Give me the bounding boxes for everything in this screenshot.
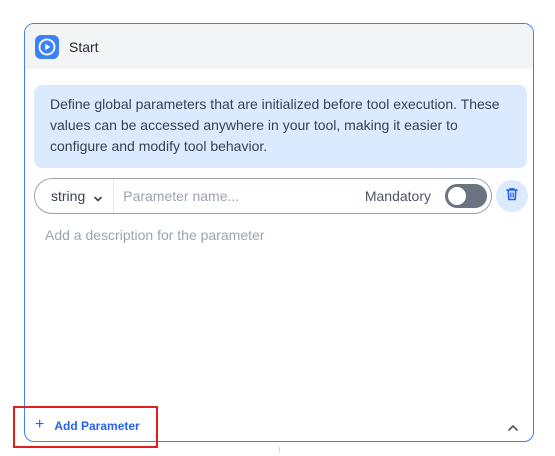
trash-icon	[504, 186, 520, 207]
start-node-card: Start Define global parameters that are …	[24, 23, 534, 442]
mandatory-label: Mandatory	[364, 188, 431, 204]
toggle-knob	[448, 187, 466, 205]
delete-parameter-button[interactable]	[496, 180, 528, 212]
connector-line	[279, 447, 280, 453]
collapse-button[interactable]	[505, 420, 521, 436]
type-dropdown[interactable]: string	[35, 179, 115, 213]
plus-icon: +	[35, 416, 45, 433]
chevron-up-icon	[505, 423, 521, 440]
chevron-down-icon	[93, 191, 103, 202]
parameter-name-input[interactable]	[114, 187, 365, 205]
parameter-row: string Mandatory	[34, 178, 492, 214]
info-box: Define global parameters that are initia…	[34, 85, 527, 168]
add-parameter-label: Add Parameter	[54, 419, 140, 433]
mandatory-toggle[interactable]	[445, 184, 487, 208]
parameter-description[interactable]: Add a description for the parameter	[45, 227, 264, 243]
card-header: Start	[25, 24, 533, 69]
play-icon	[35, 34, 59, 59]
add-parameter-button[interactable]: + Add Parameter	[35, 416, 140, 434]
card-title: Start	[69, 38, 99, 55]
type-dropdown-value: string	[51, 188, 86, 204]
